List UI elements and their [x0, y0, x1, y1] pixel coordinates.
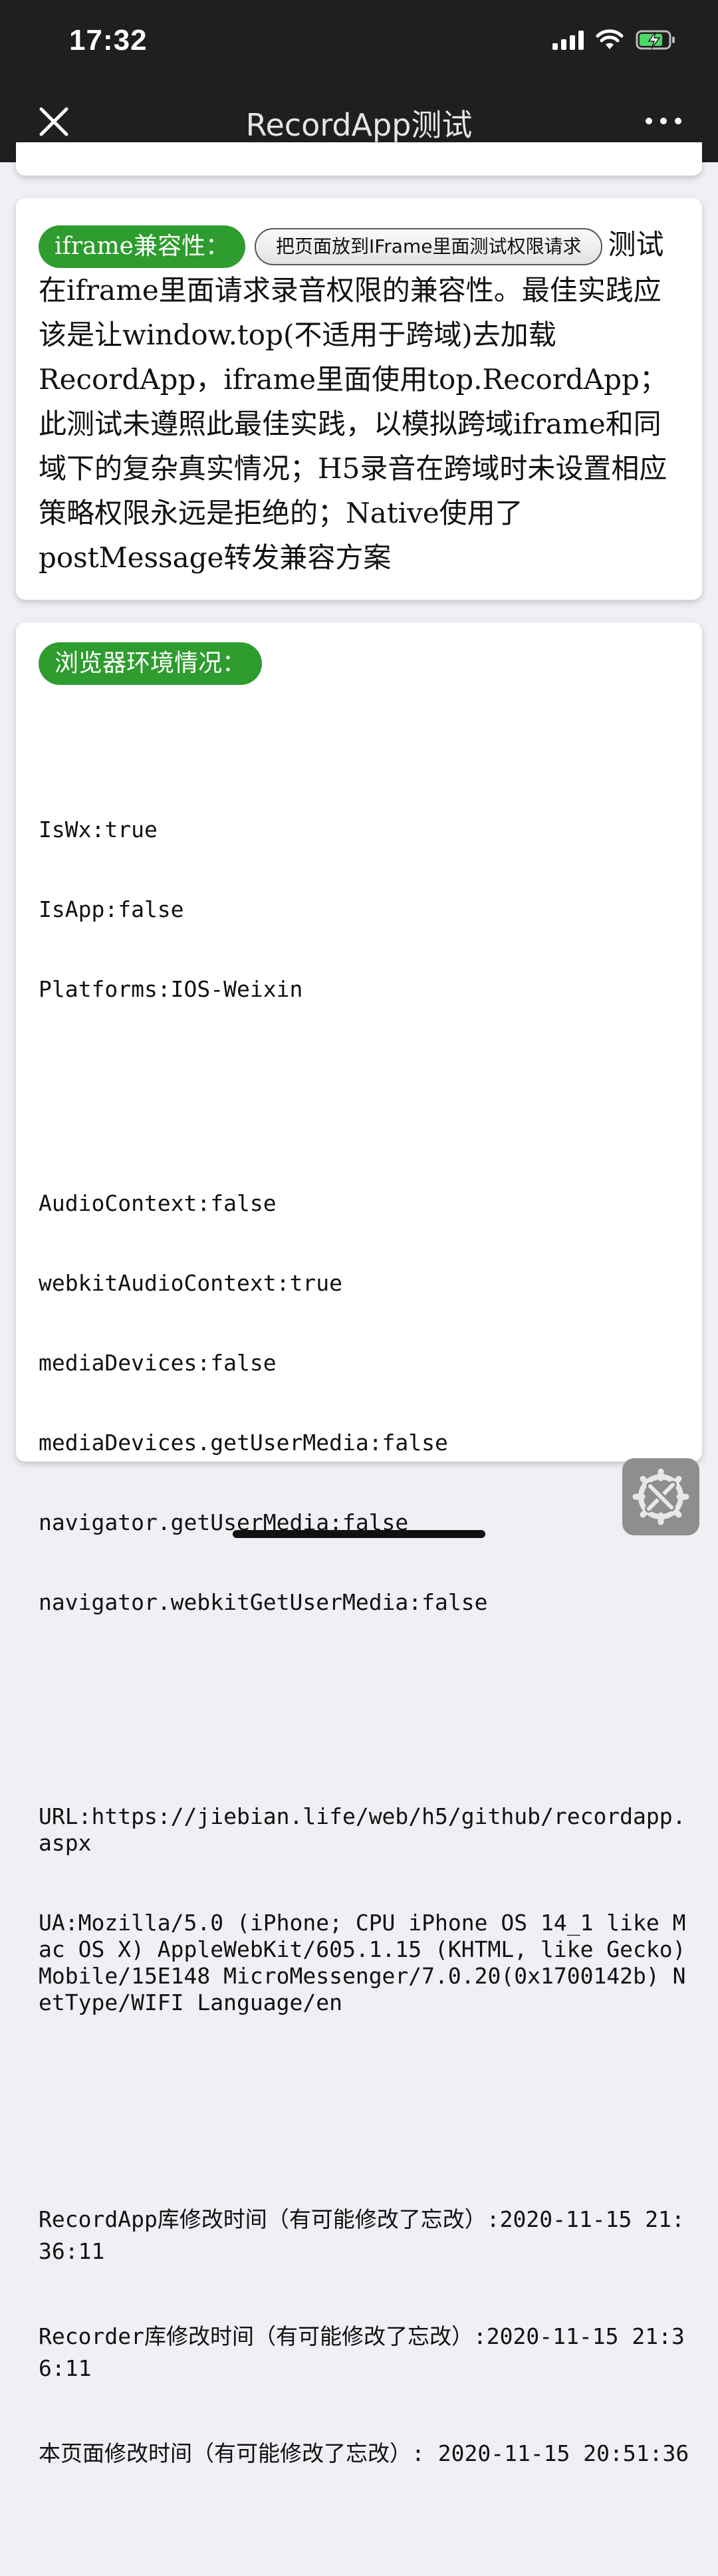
iframe-compat-label: iframe兼容性：	[39, 225, 245, 268]
env-line: webkitAudioContext:true	[39, 1270, 342, 1296]
debug-tool-button[interactable]	[622, 1458, 699, 1535]
page-title: RecordApp测试	[245, 107, 473, 143]
recorder-modified-time: Recorder库修改时间（有可能修改了忘改）:2020-11-15 21:36…	[39, 2323, 685, 2381]
env-group-ua: URL:https://jiebian.life/web/h5/github/r…	[39, 1750, 690, 2069]
env-group-times: RecordApp库修改时间（有可能修改了忘改）:2020-11-15 21:3…	[39, 2150, 690, 2523]
status-time: 17:32	[69, 24, 148, 57]
iframe-test-button[interactable]: 把页面放到IFrame里面测试权限请求	[254, 228, 603, 265]
env-group-platform: IsWx:true IsApp:false Platforms:IOS-Weix…	[39, 763, 690, 1056]
browser-env-label: 浏览器环境情况：	[39, 642, 263, 685]
battery-charging-icon	[636, 30, 675, 50]
wifi-icon	[596, 29, 624, 49]
browser-env-card: 浏览器环境情况： IsWx:true IsApp:false Platforms…	[16, 622, 702, 2466]
system-icons	[552, 27, 677, 53]
page-modified-time: 本页面修改时间（有可能修改了忘改）: 2020-11-15 20:51:36	[39, 2440, 689, 2466]
env-url: URL:https://jiebian.life/web/h5/github/r…	[39, 1803, 686, 1856]
env-line: mediaDevices.getUserMedia:false	[39, 1430, 448, 1456]
more-dots-icon[interactable]	[644, 114, 683, 128]
env-line: IsApp:false	[39, 896, 184, 922]
recordapp-modified-time: RecordApp库修改时间（有可能修改了忘改）:2020-11-15 21:3…	[39, 2206, 685, 2264]
env-line: AudioContext:false	[39, 1190, 277, 1216]
wrench-screwdriver-icon	[632, 1468, 689, 1525]
previous-card	[16, 142, 702, 176]
env-line: Platforms:IOS-Weixin	[39, 976, 303, 1002]
iframe-compat-content: iframe兼容性： 把页面放到IFrame里面测试权限请求 测试在iframe里面…	[39, 222, 682, 580]
cellular-signal-icon	[552, 30, 584, 50]
iframe-compat-card: iframe兼容性： 把页面放到IFrame里面测试权限请求 测试在iframe里面…	[16, 198, 702, 600]
iframe-compat-description: 测试在iframe里面请求录音权限的兼容性。最佳实践应该是让window.top…	[39, 228, 667, 574]
env-user-agent: UA:Mozilla/5.0 (iPhone; CPU iPhone OS 14…	[39, 1910, 699, 2015]
status-bar: 17:32	[0, 0, 718, 81]
env-info: IsWx:true IsApp:false Platforms:IOS-Weix…	[39, 710, 690, 2576]
env-line: IsWx:true	[39, 817, 158, 842]
home-indicator[interactable]	[233, 1530, 485, 1538]
env-line: navigator.webkitGetUserMedia:false	[39, 1589, 488, 1615]
env-line: mediaDevices:false	[39, 1350, 277, 1376]
env-group-audio: AudioContext:false webkitAudioContext:tr…	[39, 1137, 690, 1669]
